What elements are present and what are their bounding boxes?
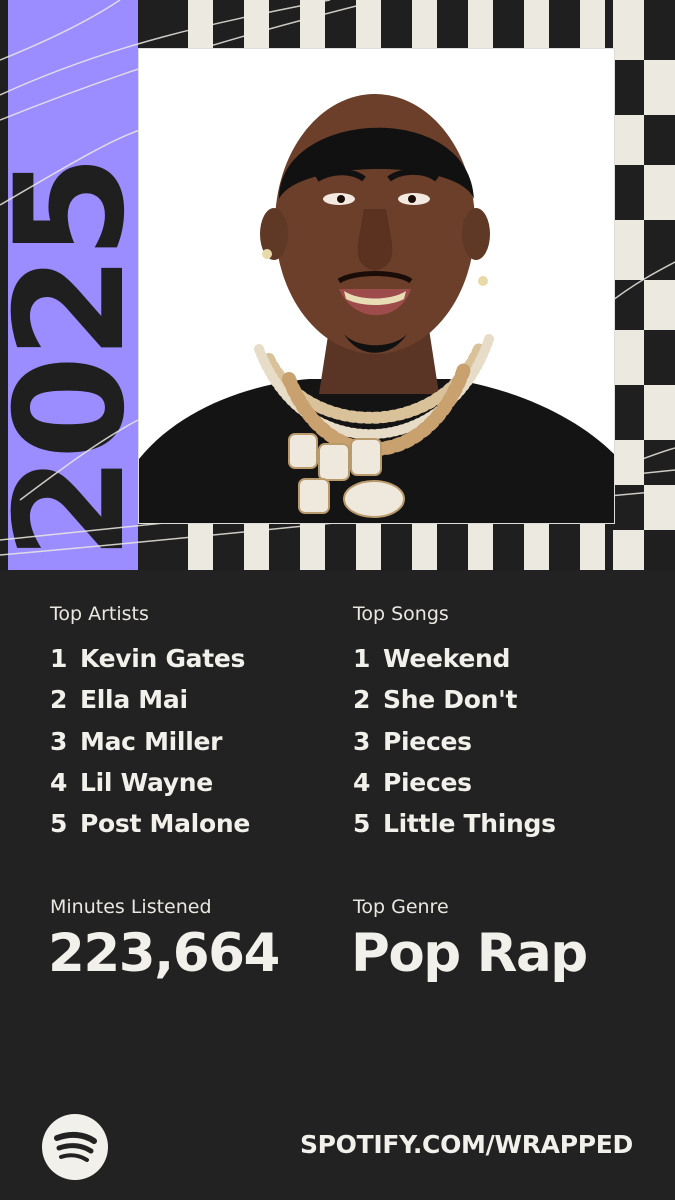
top-artists-label: Top Artists xyxy=(50,603,149,625)
wrapped-url-link[interactable]: SPOTIFY.COM/WRAPPED xyxy=(300,1130,633,1159)
song-name: She Don't xyxy=(383,685,518,715)
song-name: Pieces xyxy=(383,726,472,756)
list-item: 1 Kevin Gates xyxy=(50,638,250,679)
list-item: 5 Little Things xyxy=(353,803,556,844)
top-songs-list: 1 Weekend 2 She Don't 3 Pieces 4 Pieces 5 Lit… xyxy=(353,638,556,844)
spotify-logo-icon[interactable] xyxy=(42,1114,108,1180)
artist-name: Ella Mai xyxy=(80,685,188,715)
svg-text:2025: 2025 xyxy=(0,159,158,560)
list-item: 4 Lil Wayne xyxy=(50,762,250,803)
year-graphic: 2025 xyxy=(0,159,158,560)
wrapped-card: 2025 Top Artists 1 Kevin Gates 2 Ella Ma… xyxy=(0,0,675,1200)
song-name: Weekend xyxy=(383,644,511,674)
rank-number: 2 xyxy=(353,685,371,715)
artist-name: Lil Wayne xyxy=(80,768,213,798)
artist-name: Mac Miller xyxy=(80,726,223,756)
rank-number: 5 xyxy=(50,809,68,839)
header-artwork: 2025 xyxy=(0,0,675,570)
top-songs-label: Top Songs xyxy=(353,603,449,625)
list-item: 2 Ella Mai xyxy=(50,679,250,720)
top-artists-list: 1 Kevin Gates 2 Ella Mai 3 Mac Miller 4 Lil … xyxy=(50,638,250,844)
rank-number: 1 xyxy=(353,644,371,674)
rank-number: 3 xyxy=(50,726,68,756)
minutes-value: 223,664 xyxy=(48,923,280,984)
list-item: 1 Weekend xyxy=(353,638,556,679)
artist-name: Post Malone xyxy=(80,809,250,839)
list-item: 4 Pieces xyxy=(353,762,556,803)
rank-number: 2 xyxy=(50,685,68,715)
list-item: 3 Mac Miller xyxy=(50,721,250,762)
genre-value: Pop Rap xyxy=(351,923,588,984)
rank-number: 5 xyxy=(353,809,371,839)
genre-label: Top Genre xyxy=(353,896,449,918)
song-name: Little Things xyxy=(383,809,556,839)
rank-number: 4 xyxy=(50,768,68,798)
song-name: Pieces xyxy=(383,768,472,798)
list-item: 3 Pieces xyxy=(353,721,556,762)
artist-photo xyxy=(138,48,615,524)
rank-number: 3 xyxy=(353,726,371,756)
rank-number: 4 xyxy=(353,768,371,798)
list-item: 2 She Don't xyxy=(353,679,556,720)
artist-name: Kevin Gates xyxy=(80,644,246,674)
artist-portrait-image xyxy=(139,49,614,523)
rank-number: 1 xyxy=(50,644,68,674)
list-item: 5 Post Malone xyxy=(50,803,250,844)
minutes-label: Minutes Listened xyxy=(50,896,212,918)
